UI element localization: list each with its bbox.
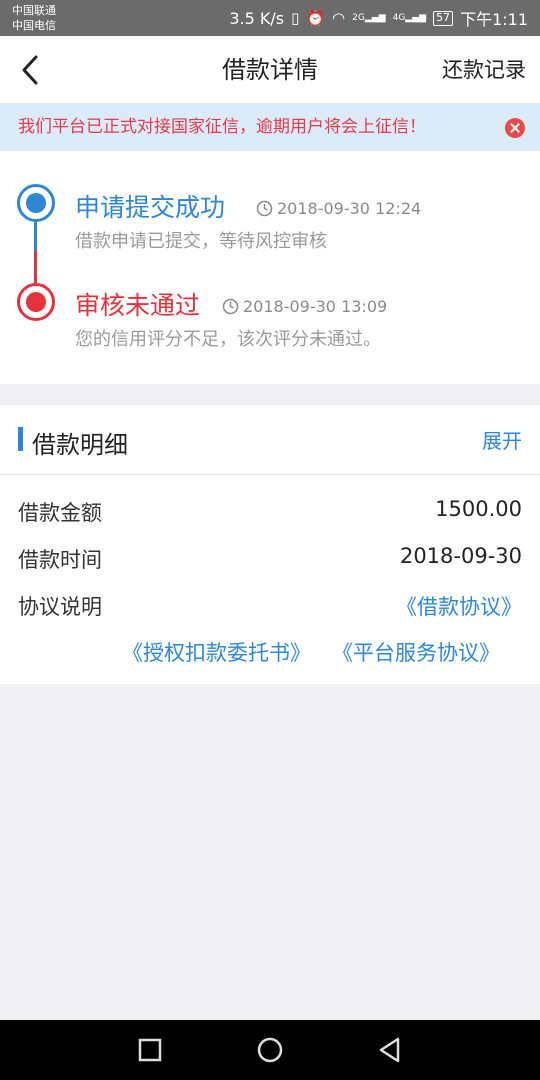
timeline-title-submitted: 申请提交成功 (75, 193, 226, 222)
expand-button[interactable]: 展开 (482, 425, 522, 454)
carrier-info: 中国联通 中国电信 (12, 3, 56, 33)
notice-text: 我们平台已正式对接国家征信，逾期用户将会上征信！ (18, 117, 426, 137)
credit-notice-banner: 我们平台已正式对接国家征信，逾期用户将会上征信！ (0, 104, 540, 151)
loan-date-value: 2018-09-30 (399, 544, 522, 568)
carrier-2: 中国电信 (12, 19, 56, 32)
timeline-connector-red (34, 251, 37, 287)
repayment-record-button[interactable]: 还款记录 (442, 36, 526, 104)
timeline-desc-submitted: 借款申请已提交，等待风控审核 (75, 231, 327, 252)
alarm-icon: ⏰ (306, 8, 326, 27)
network-speed: 3.5 K/s (229, 8, 285, 28)
loan-agreement-link[interactable]: 《借款协议》 (396, 591, 522, 621)
back-triangle-icon[interactable] (374, 1034, 406, 1066)
section-title: 借款明细 (32, 431, 128, 459)
clock-icon (256, 200, 273, 217)
timeline-node-submitted (17, 184, 55, 222)
home-icon[interactable] (254, 1034, 286, 1066)
details-header: 借款明细 展开 (0, 405, 540, 475)
wifi-icon: ◠ (332, 8, 346, 27)
back-button[interactable] (14, 50, 50, 90)
carrier-1: 中国联通 (12, 4, 56, 17)
timeline-time-rejected: 2018-09-30 13:09 (222, 297, 387, 316)
navigation-bar (0, 1020, 540, 1080)
status-bar: 中国联通 中国电信 3.5 K/s ▯ ⏰ ◠ 2G▂▄▆ 4G▂▄▆ 57 下… (0, 0, 540, 36)
clock-icon (222, 298, 239, 315)
close-icon[interactable] (505, 118, 525, 138)
status-time: 下午1:11 (460, 10, 528, 29)
loan-amount-label: 借款金额 (18, 501, 102, 525)
timeline-time-text: 2018-09-30 12:24 (277, 199, 422, 218)
timeline-desc-rejected: 您的信用评分不足，该次评分未通过。 (75, 329, 381, 350)
timeline-time-submitted: 2018-09-30 12:24 (256, 199, 421, 218)
timeline-time-text: 2018-09-30 13:09 (243, 297, 388, 316)
agreement-label: 协议说明 (18, 595, 102, 619)
loan-amount-value: 1500.00 (435, 497, 522, 521)
signal-4g-icon: 4G▂▄▆ (392, 12, 427, 23)
service-agreement-link[interactable]: 《平台服务协议》 (332, 637, 500, 667)
signal-2g-icon: 2G▂▄▆ (352, 12, 386, 23)
status-timeline: 申请提交成功 2018-09-30 12:24 借款申请已提交，等待风控审核 审… (0, 151, 540, 384)
loan-date-label: 借款时间 (18, 548, 102, 572)
app-header: 借款详情 还款记录 (0, 36, 540, 104)
timeline-node-rejected (17, 283, 55, 321)
chevron-left-icon (22, 55, 38, 85)
battery-icon: 57 (433, 10, 454, 26)
debit-authorization-link[interactable]: 《授权扣款委托书》 (122, 637, 311, 667)
recent-apps-icon[interactable] (134, 1034, 166, 1066)
status-icons: 3.5 K/s ▯ ⏰ ◠ 2G▂▄▆ 4G▂▄▆ 57 下午1:11 (229, 0, 528, 36)
vibrate-icon: ▯ (291, 8, 300, 27)
timeline-title-rejected: 审核未通过 (75, 291, 201, 320)
section-accent-bar (18, 427, 23, 451)
loan-details-card: 借款明细 展开 借款金额 1500.00 借款时间 2018-09-30 协议说… (0, 405, 540, 684)
